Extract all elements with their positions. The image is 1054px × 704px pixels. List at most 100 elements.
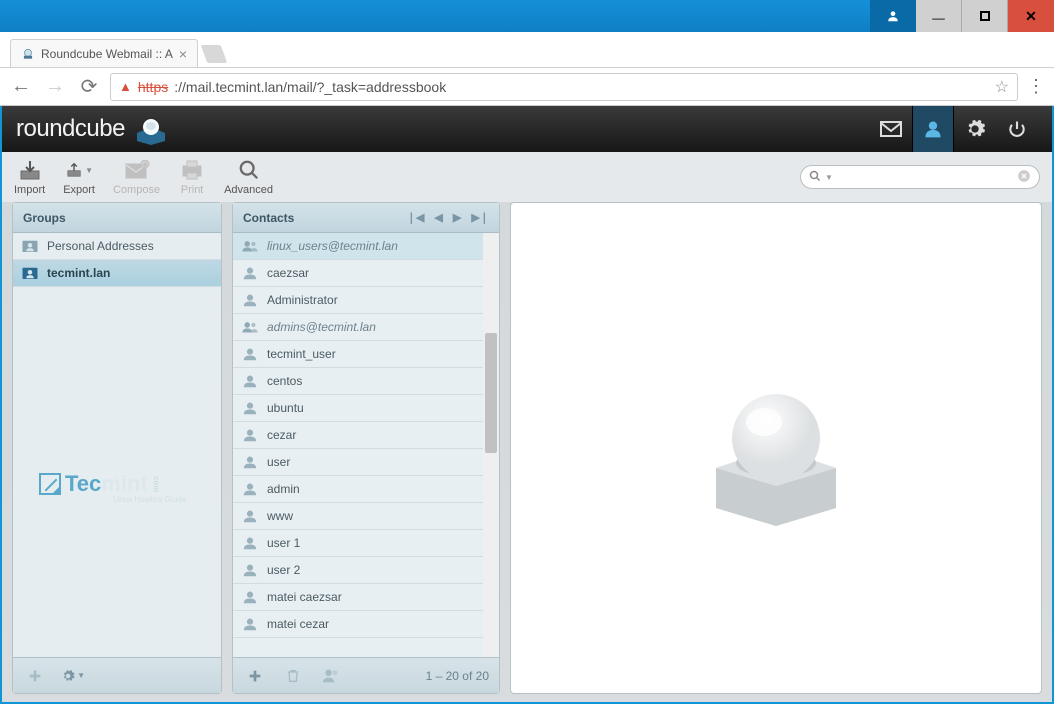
groups-pane: Groups Personal Addressestecmint.lan Tec… [12, 202, 222, 694]
browser-tab[interactable]: Roundcube Webmail :: A × [10, 39, 198, 67]
contact-item[interactable]: caezsar [233, 260, 499, 287]
search-box[interactable]: ▼ [800, 165, 1040, 189]
person-icon [241, 508, 259, 524]
nav-back-button[interactable]: ← [8, 74, 34, 100]
scrollbar-thumb[interactable] [485, 333, 497, 453]
group-label: tecmint.lan [47, 266, 110, 280]
browser-menu-button[interactable]: ⋮ [1026, 76, 1046, 97]
remove-from-group-button[interactable] [319, 664, 343, 688]
contact-label: user [267, 455, 290, 469]
compose-button: + Compose [113, 158, 160, 196]
contact-label: admins@tecmint.lan [267, 320, 376, 334]
task-nav [870, 106, 1038, 152]
url-path: ://mail.tecmint.lan/mail/?_task=addressb… [174, 79, 446, 95]
browser-tab-strip: Roundcube Webmail :: A × [0, 32, 1054, 68]
contact-item[interactable]: matei cezar [233, 611, 499, 638]
app-topbar: roundcube [2, 106, 1052, 152]
window-titlebar: _ ✕ [0, 0, 1054, 32]
bookmark-star-icon[interactable]: ☆ [995, 77, 1009, 97]
url-protocol: https [138, 79, 168, 95]
contact-group-item[interactable]: linux_users@tecmint.lan» [233, 233, 499, 260]
contact-item[interactable]: www [233, 503, 499, 530]
groups-header-label: Groups [23, 211, 66, 225]
window-minimize-button[interactable]: _ [916, 0, 962, 32]
contact-item[interactable]: user 2 [233, 557, 499, 584]
logo-icon [133, 115, 169, 143]
contact-label: user 1 [267, 536, 300, 550]
group-icon [241, 238, 259, 254]
contact-item[interactable]: admin [233, 476, 499, 503]
pager-first-icon[interactable]: ❘◀ [407, 211, 425, 224]
contacts-header-label: Contacts [243, 211, 294, 225]
person-icon [241, 292, 259, 308]
contact-group-item[interactable]: admins@tecmint.lan» [233, 314, 499, 341]
group-icon [241, 319, 259, 335]
window-close-button[interactable]: ✕ [1008, 0, 1054, 32]
person-icon [241, 373, 259, 389]
contacts-footer: 1 – 20 of 20 [233, 657, 499, 693]
group-label: Personal Addresses [47, 239, 154, 253]
contact-item[interactable]: tecmint_user [233, 341, 499, 368]
svg-text:+: + [143, 162, 147, 169]
nav-forward-button[interactable]: → [42, 74, 68, 100]
import-button[interactable]: Import [14, 158, 45, 196]
export-label: Export [63, 184, 95, 196]
group-settings-button[interactable]: ▼ [61, 664, 85, 688]
export-button[interactable]: ▼ Export [63, 158, 95, 196]
contacts-scrollbar[interactable] [483, 233, 499, 657]
contacts-status: 1 – 20 of 20 [426, 669, 489, 683]
contact-placeholder-icon [686, 358, 866, 538]
advanced-button[interactable]: Advanced [224, 158, 273, 196]
task-contacts-button[interactable] [912, 106, 954, 152]
groups-header: Groups [13, 203, 221, 233]
search-input[interactable] [837, 170, 1013, 184]
compose-label: Compose [113, 184, 160, 196]
search-icon [809, 170, 821, 185]
person-icon [241, 616, 259, 632]
contact-item[interactable]: centos [233, 368, 499, 395]
address-bar[interactable]: ▲ https ://mail.tecmint.lan/mail/?_task=a… [110, 73, 1018, 101]
pager-next-icon[interactable]: ▶ [453, 211, 461, 224]
contacts-pane: Contacts ❘◀ ◀ ▶ ▶❘ linux_users@tecmint.l… [232, 202, 500, 694]
add-contact-button[interactable] [243, 664, 267, 688]
tab-close-icon[interactable]: × [179, 46, 187, 62]
task-logout-button[interactable] [996, 106, 1038, 152]
contact-item[interactable]: user 1 [233, 530, 499, 557]
delete-contact-button[interactable] [281, 664, 305, 688]
groups-footer: ▼ [13, 657, 221, 693]
folder-contact-icon [21, 238, 39, 254]
window-maximize-button[interactable] [962, 0, 1008, 32]
add-group-button[interactable] [23, 664, 47, 688]
person-icon [241, 346, 259, 362]
group-item[interactable]: tecmint.lan [13, 260, 221, 287]
contact-label: tecmint_user [267, 347, 336, 361]
tab-favicon [21, 47, 35, 61]
person-icon [241, 400, 259, 416]
contact-item[interactable]: user [233, 449, 499, 476]
contact-label: ubuntu [267, 401, 304, 415]
task-mail-button[interactable] [870, 106, 912, 152]
nav-reload-button[interactable]: ⟳ [76, 74, 102, 100]
print-button: Print [178, 158, 206, 196]
roundcube-app: roundcube Import [0, 106, 1054, 704]
contact-label: www [267, 509, 293, 523]
contact-label: user 2 [267, 563, 300, 577]
new-tab-button[interactable] [201, 45, 228, 63]
contacts-pager: ❘◀ ◀ ▶ ▶❘ [407, 211, 489, 224]
contact-label: matei caezsar [267, 590, 342, 604]
contacts-list[interactable]: linux_users@tecmint.lan»caezsarAdministr… [233, 233, 499, 657]
group-item[interactable]: Personal Addresses [13, 233, 221, 260]
search-dropdown-icon[interactable]: ▼ [825, 173, 833, 182]
print-label: Print [181, 184, 204, 196]
contact-item[interactable]: ubuntu [233, 395, 499, 422]
titlebar-user-icon[interactable] [870, 0, 916, 32]
pager-last-icon[interactable]: ▶❘ [471, 211, 489, 224]
search-clear-icon[interactable] [1017, 169, 1031, 186]
task-settings-button[interactable] [954, 106, 996, 152]
contacts-header: Contacts ❘◀ ◀ ▶ ▶❘ [233, 203, 499, 233]
contact-item[interactable]: matei caezsar [233, 584, 499, 611]
insecure-icon: ▲ [119, 79, 132, 94]
pager-prev-icon[interactable]: ◀ [434, 211, 442, 224]
contact-item[interactable]: Administrator [233, 287, 499, 314]
contact-item[interactable]: cezar [233, 422, 499, 449]
